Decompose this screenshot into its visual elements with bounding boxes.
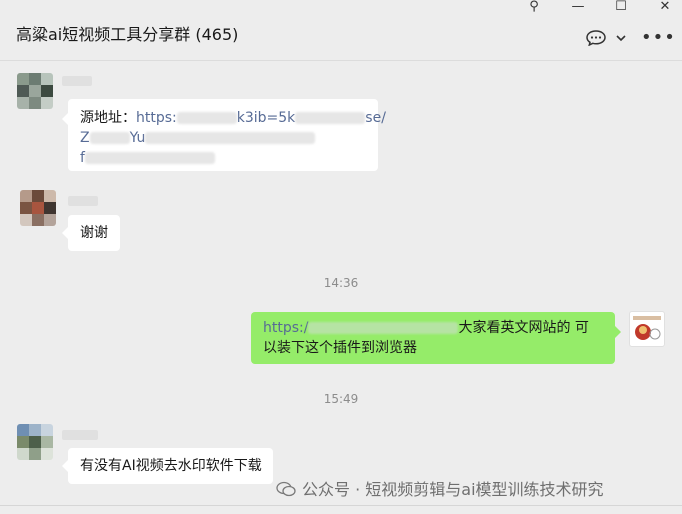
blurred-text: [308, 322, 459, 334]
message-text: 源地址：: [80, 110, 136, 126]
avatar[interactable]: [17, 424, 53, 460]
minimize-button[interactable]: —: [568, 0, 588, 14]
watermark-text: 公众号 · 短视频剪辑与ai模型训练技术研究: [302, 480, 604, 499]
message-bubble[interactable]: https:/ 大家看英文网站的 可 以装下这个插件到浏览器: [251, 312, 621, 364]
blurred-text: [176, 112, 237, 124]
chat-title: 高粱ai短视频工具分享群 (465): [16, 25, 239, 44]
message-text: 以装下这个插件到浏览器: [263, 340, 417, 356]
message-link[interactable]: Z: [80, 130, 90, 146]
sender-name: [62, 76, 92, 86]
avatar[interactable]: [17, 73, 53, 109]
blurred-text: [89, 132, 130, 144]
blurred-text: [295, 112, 366, 124]
message-bubble[interactable]: 有没有AI视频去水印软件下载: [62, 448, 273, 484]
message-bubble[interactable]: 谢谢: [62, 215, 120, 251]
chat-bubble-icon[interactable]: [586, 30, 606, 46]
close-button[interactable]: ✕: [655, 0, 675, 14]
sender-name: [68, 196, 98, 206]
wechat-icon: [276, 481, 296, 497]
avatar[interactable]: [20, 190, 56, 226]
message-text: 大家看英文网站的 可: [458, 320, 589, 336]
pin-icon[interactable]: ⚲: [524, 0, 544, 14]
blurred-text: [145, 132, 316, 144]
title-bar: 高粱ai短视频工具分享群 (465) ⚲ — ☐ ✕ •••: [0, 0, 682, 61]
message-bubble[interactable]: 源地址：https: k3ib=5k se/ Z Yu f: [62, 99, 386, 171]
timestamp: 14:36: [323, 276, 359, 290]
more-icon[interactable]: •••: [641, 29, 676, 47]
message-link[interactable]: se/: [365, 110, 386, 126]
maximize-button[interactable]: ☐: [611, 0, 631, 14]
avatar[interactable]: [629, 311, 665, 347]
message-text: 有没有AI视频去水印软件下载: [80, 458, 262, 474]
chevron-down-icon[interactable]: [615, 33, 627, 43]
message-link[interactable]: k3ib=5k: [237, 110, 296, 126]
message-text: 谢谢: [80, 225, 108, 241]
message-link[interactable]: https:/: [263, 320, 308, 336]
logo-icon: [633, 316, 661, 340]
message-link[interactable]: https:: [136, 110, 177, 126]
timestamp: 15:49: [323, 392, 359, 406]
divider: [0, 505, 682, 506]
message-link[interactable]: Yu: [130, 130, 146, 146]
sender-name: [62, 430, 98, 440]
watermark: 公众号 · 短视频剪辑与ai模型训练技术研究: [276, 476, 604, 500]
blurred-text: [84, 152, 215, 164]
